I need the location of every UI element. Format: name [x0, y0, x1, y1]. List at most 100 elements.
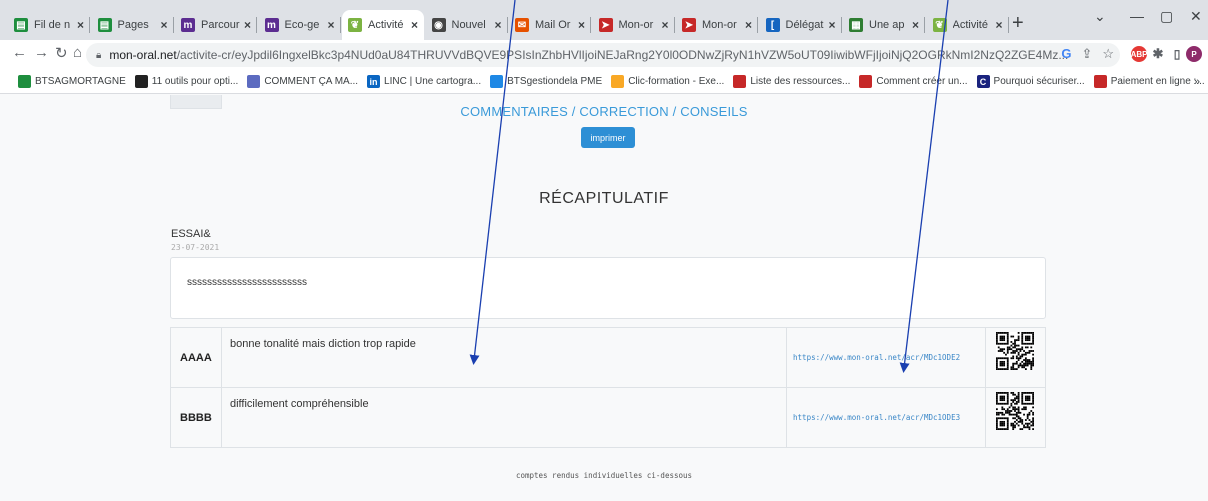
tab-separator [339, 17, 341, 33]
close-tab-icon[interactable]: × [828, 18, 835, 32]
bookmark-item[interactable]: Liste des ressources... [733, 75, 850, 88]
activity-text-box: ssssssssssssssssssssssss [170, 257, 1046, 319]
browser-tab[interactable]: ◉ Nouvel × [426, 10, 508, 40]
activity-text: ssssssssssssssssssssssss [187, 277, 307, 288]
bookmark-item[interactable]: in LINC | Une cartogra... [367, 75, 481, 88]
lock-icon[interactable]: 🔒︎ [96, 50, 101, 61]
browser-tab[interactable]: [Délégat × [760, 10, 842, 40]
bookmark-item[interactable]: Paiement en ligne :... [1093, 75, 1205, 88]
bookmark-label: 11 outils pour opti... [151, 76, 239, 87]
bookmark-item[interactable]: 11 outils pour opti... [134, 75, 239, 88]
close-tab-icon[interactable]: × [77, 18, 84, 32]
close-tab-icon[interactable]: × [995, 18, 1002, 32]
circle-icon [611, 75, 625, 88]
browser-tab[interactable]: ➤ Mon-or × [593, 10, 675, 40]
tab-separator [172, 17, 174, 33]
flag-icon: [ [765, 18, 780, 32]
tab-label: Fil de n [34, 19, 71, 31]
linkedin-icon: in [367, 75, 381, 88]
bookmark-item[interactable]: C Pourquoi sécuriser... [976, 75, 1085, 88]
browser-tab[interactable]: m Eco-ge × [259, 10, 341, 40]
new-tab-button[interactable]: + [1012, 12, 1024, 35]
bookmarks-bar: BTSAGMORTAGNE 11 outils pour opti... COMME… [0, 70, 1208, 94]
table-row: AAAA bonne tonalité mais diction trop rap… [170, 327, 1047, 388]
star-icon[interactable]: ☆ [1102, 46, 1114, 62]
close-tab-icon[interactable]: × [411, 18, 418, 32]
bird-icon: ➤ [682, 18, 696, 32]
print-button[interactable]: imprimer [581, 127, 635, 148]
tab-search-icon[interactable]: ⌄ [1094, 8, 1106, 25]
browser-tab[interactable]: m Parcour × [175, 10, 257, 40]
side-panel-icon[interactable]: ▯ [1169, 46, 1185, 62]
restore-icon[interactable]: ▢ [1160, 8, 1173, 25]
bookmark-item[interactable]: Clic-formation - Exe... [611, 75, 724, 88]
tab-separator [924, 17, 925, 33]
section-title: COMMENTAIRES / CORRECTION / CONSEILS [460, 104, 748, 119]
minimize-icon[interactable]: — [1130, 8, 1144, 24]
extensions-puzzle-icon[interactable]: ✱ [1150, 46, 1166, 62]
tab-separator [506, 17, 508, 33]
flag-icon [1093, 75, 1107, 88]
adblock-icon[interactable]: ABP [1131, 46, 1147, 62]
bookmark-label: Liste des ressources... [750, 76, 851, 87]
activity-date: 23-07-2021 [171, 243, 220, 252]
bookmark-label: Pourquoi sécuriser... [993, 76, 1085, 87]
address-url[interactable]: mon-oral.net/activite-cr/eyJpdil6IngxelB… [109, 48, 1068, 62]
close-tab-icon[interactable]: × [244, 18, 251, 32]
classroom-icon: ▤ [97, 18, 112, 32]
home-icon[interactable]: ⌂ [73, 44, 82, 61]
ccm-icon [247, 75, 261, 88]
qr-code-image [996, 392, 1035, 430]
recording-link[interactable]: https://www.mon-oral.net/acr/MDc1ODE3 [786, 387, 986, 448]
close-window-icon[interactable]: ✕ [1190, 8, 1202, 25]
qr-cell [984, 327, 1047, 388]
close-tab-icon[interactable]: × [327, 18, 334, 32]
tab-separator [673, 17, 675, 33]
image-icon: ▦ [849, 18, 863, 32]
browser-tab[interactable]: ✉ Mail Or × [509, 10, 591, 40]
profile-avatar[interactable]: P [1186, 46, 1202, 62]
leaf-icon: ❦ [348, 18, 362, 32]
tab-label: Activité [952, 19, 988, 31]
mail-icon: ✉ [515, 18, 529, 32]
bookmark-item[interactable]: BTSAGMORTAGNE [18, 75, 126, 88]
browser-tab[interactable]: ❦ Activité × [927, 10, 1009, 40]
c-logo-icon: C [976, 75, 990, 88]
close-tab-icon[interactable]: × [578, 18, 585, 32]
browser-tab[interactable]: ❦ Activité × [342, 10, 424, 40]
bookmark-item[interactable]: Comment créer un... [859, 75, 968, 88]
share-icon[interactable]: ⇪ [1081, 46, 1092, 62]
tab-label: Activité [368, 19, 404, 31]
reload-icon[interactable]: ↻ [55, 44, 68, 62]
back-arrow-icon[interactable]: ← [12, 44, 27, 61]
bookmark-label: BTSgestiondela PME [507, 76, 603, 87]
close-tab-icon[interactable]: × [661, 18, 668, 32]
close-tab-icon[interactable]: × [912, 18, 919, 32]
close-tab-icon[interactable]: × [160, 18, 167, 32]
bookmark-label: Clic-formation - Exe... [628, 76, 725, 87]
tab-label: Nouvel [451, 19, 486, 31]
browser-tab[interactable]: ➤ Mon-or × [676, 10, 758, 40]
page-content: COMMENTAIRES / CORRECTION / CONSEILS imp… [0, 95, 1208, 501]
classroom-icon: ▤ [14, 18, 28, 32]
close-tab-icon[interactable]: × [745, 18, 752, 32]
leaf-icon: ❦ [932, 18, 947, 32]
browser-tab[interactable]: ▤ Pages × [92, 10, 174, 40]
browser-tab[interactable]: ▤ Fil de n × [8, 10, 90, 40]
address-bar[interactable]: 🔒︎ mon-oral.net/activite-cr/eyJpdil6Ingx… [86, 43, 1120, 67]
tab-label: Mon-or [702, 19, 737, 31]
forward-arrow-icon[interactable]: → [34, 44, 49, 61]
browser-toolbar: ← → ↻ ⌂ 🔒︎ mon-oral.net/activite-cr/eyJp… [0, 40, 1208, 70]
recording-link[interactable]: https://www.mon-oral.net/acr/MDc1ODE2 [786, 327, 986, 388]
browser-tab[interactable]: ▦ Une ap × [843, 10, 925, 40]
google-icon[interactable]: G [1061, 46, 1071, 62]
tab-label: Eco-ge [284, 19, 320, 31]
browser-tab-strip: ▤ Fil de n × ▤ Pages × m Parcour × m Eco-ge × ❦ Activ… [0, 0, 1208, 40]
bookmark-item[interactable]: COMMENT ÇA MA... [247, 75, 358, 88]
comment-text: bonne tonalité mais diction trop rapide [220, 327, 788, 388]
close-tab-icon[interactable]: × [494, 18, 501, 32]
qr-code-image [996, 332, 1035, 370]
bookmarks-overflow-icon[interactable]: » [1194, 76, 1200, 88]
bookmark-item[interactable]: BTSgestiondela PME [490, 75, 602, 88]
student-code: AAAA [170, 327, 222, 388]
